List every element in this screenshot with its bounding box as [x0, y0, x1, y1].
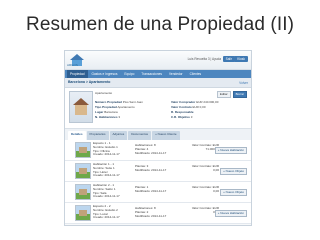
space-stats: Plantas: 3 Modificado: 2014-11-17: [135, 164, 167, 172]
add-object-button[interactable]: + Nuevo Objeto: [220, 168, 247, 175]
app-window: ARGOS Luis Revuelta 3 | Ayuda Salir Kios…: [64, 50, 252, 226]
user-info[interactable]: Luis Revuelta 3 | Ayuda: [188, 57, 221, 61]
field-tipo: Tipo Propiedad Apartamento: [95, 105, 135, 109]
tab-documentos[interactable]: Documentos: [128, 131, 152, 140]
subbar: Barcelona > Apartamento Volver: [65, 78, 251, 88]
space-stats: Habitaciones: 8 Plantas: 2 Modificado: 201…: [135, 206, 167, 218]
add-object-button[interactable]: + Nuevo Objeto: [220, 189, 247, 196]
field-habitaciones: N. Habitaciones 3: [95, 115, 121, 119]
tab-vendedor[interactable]: Vendedor: [166, 70, 186, 78]
slide-title: Resumen de una Propiedad (II): [26, 14, 294, 35]
space-value: Valor Contrato: EUR0,00: [191, 185, 219, 193]
field-valor-comprador: Valor Comprador EUR 240.000,00: [171, 100, 219, 104]
space-value: Valor Contrato: EUR0,00: [191, 164, 219, 172]
add-room-button[interactable]: + Nueva Habitación: [214, 210, 247, 217]
logo-text: ARGOS: [67, 63, 78, 67]
field-objetivo: C.R. Objetivo 3: [171, 115, 193, 119]
space-thumbnail: [75, 205, 91, 221]
tab-nuevo-cliente[interactable]: + Nuevo Cliente: [152, 131, 180, 140]
tab-propiedad[interactable]: Propiedad: [67, 70, 88, 78]
main-tabs: Propiedad Gastos e Ingresos Equipo Trans…: [65, 70, 251, 78]
space-stats: Habitaciones: 8 Plantas: 4 Modificado: 201…: [135, 143, 167, 155]
space-info: Habitación 1 - 1 Nombre: Suite 1 Tipo: Hot…: [93, 162, 120, 178]
tab-clientes[interactable]: Clientes: [187, 70, 205, 78]
space-stats: Plantas: 1 Modificado: 2014-11-17: [135, 185, 167, 193]
space-list: Espacio 1 - 1 Nombre: Estudio 1 Tipo: Ofic…: [65, 140, 251, 224]
list-item[interactable]: Habitación 2 - 1 Nombre: Salón 1 Tipo: Sal…: [65, 182, 251, 203]
tab-propietarios[interactable]: Propietarios: [86, 131, 109, 140]
space-info: Espacio 1 - 1 Nombre: Estudio 1 Tipo: Ofic…: [93, 141, 120, 157]
space-value: Valor Contrato: EUR 71.000,00: [191, 143, 219, 151]
space-info: Espacio 2 - 2 Nombre: Estudio 2 Tipo: Loca…: [93, 204, 120, 220]
field-responsable: R. Responsable: [171, 110, 194, 114]
delete-button[interactable]: Borrar: [232, 91, 247, 98]
space-thumbnail: [75, 163, 91, 179]
list-item[interactable]: Espacio 2 - 2 Nombre: Estudio 2 Tipo: Loca…: [65, 203, 251, 224]
space-thumbnail: [75, 142, 91, 158]
tab-detalles[interactable]: Detalles: [68, 131, 86, 140]
logout-button[interactable]: Salir: [222, 56, 235, 62]
tab-adjuntos[interactable]: Adjuntos: [109, 131, 128, 140]
add-room-button[interactable]: + Nueva Habitación: [214, 147, 247, 154]
summary-actions: Editar Borrar: [216, 91, 247, 98]
breadcrumb[interactable]: Barcelona > Apartamento: [68, 80, 110, 84]
kiosk-button[interactable]: Kiosk: [234, 56, 248, 62]
tab-gastos[interactable]: Gastos e Ingresos: [89, 70, 121, 78]
back-link[interactable]: Volver: [239, 81, 248, 85]
property-image: [69, 91, 93, 123]
tab-transacciones[interactable]: Transacciones: [138, 70, 165, 78]
app-header: ARGOS Luis Revuelta 3 | Ayuda Salir Kios…: [65, 51, 251, 70]
space-info: Habitación 2 - 1 Nombre: Salón 1 Tipo: Sal…: [93, 183, 120, 199]
edit-button[interactable]: Editar: [216, 91, 231, 98]
summary-label: Apartamento: [95, 91, 113, 95]
property-summary: Apartamento Número Propiedad Piso Sant J…: [65, 88, 251, 129]
list-item[interactable]: Habitación 1 - 1 Nombre: Suite 1 Tipo: Hot…: [65, 161, 251, 182]
section-tabs: Detalles Propietarios Adjuntos Documento…: [65, 129, 251, 140]
field-lugar: Lugar Barcelona: [95, 110, 118, 114]
space-value: Valor Contrato: EUR0,00: [191, 206, 219, 213]
list-item[interactable]: Espacio 1 - 1 Nombre: Estudio 1 Tipo: Ofic…: [65, 140, 251, 161]
tab-equipo[interactable]: Equipo: [121, 70, 137, 78]
field-valor-contrato: Valor Contrato EUR 0,00: [171, 105, 206, 109]
space-thumbnail: [75, 184, 91, 200]
field-numero: Número Propiedad Piso Sant Joan: [95, 100, 143, 104]
